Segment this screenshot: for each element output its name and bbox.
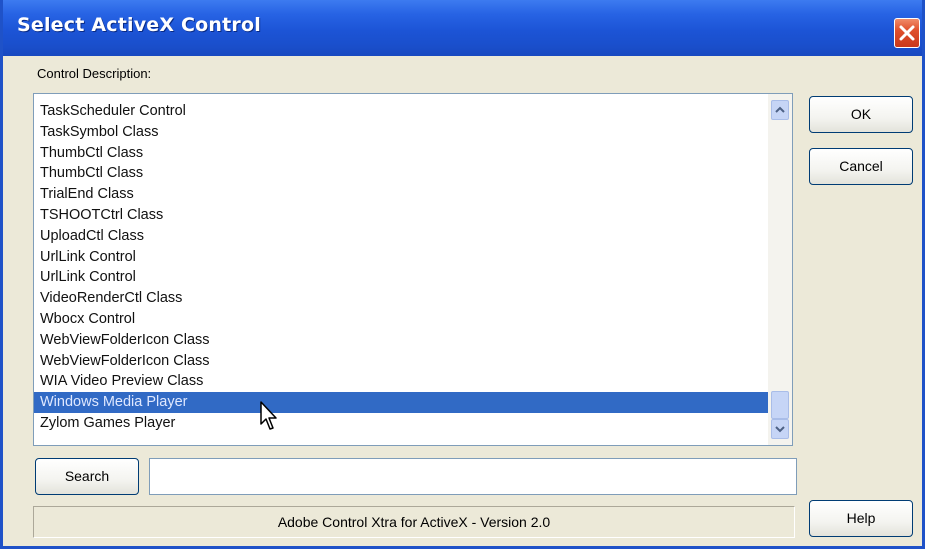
ok-button[interactable]: OK: [809, 96, 913, 133]
list-item[interactable]: TSHOOTCtrl Class: [34, 205, 769, 226]
list-item[interactable]: VideoRenderCtl Class: [34, 288, 769, 309]
control-description-label: Control Description:: [37, 66, 152, 81]
list-item[interactable]: TaskSymbol Class: [34, 122, 769, 143]
close-button[interactable]: [894, 18, 920, 48]
list-item[interactable]: WIA Video Preview Class: [34, 371, 769, 392]
list-item[interactable]: TaskScheduler Control: [34, 101, 769, 122]
scroll-thumb[interactable]: [771, 391, 789, 419]
vertical-scrollbar[interactable]: [768, 94, 792, 445]
control-listbox[interactable]: TaskScheduler Control TaskSymbol Class Thu…: [33, 93, 793, 446]
list-item[interactable]: UploadCtl Class: [34, 226, 769, 247]
list-item[interactable]: Zylom Games Player: [34, 413, 769, 434]
list-items: TaskScheduler Control TaskSymbol Class Thu…: [34, 101, 769, 434]
help-button[interactable]: Help: [809, 500, 913, 537]
list-item[interactable]: WebViewFolderIcon Class: [34, 330, 769, 351]
title-bar: Select ActiveX Control: [3, 0, 922, 56]
list-item[interactable]: ThumbCtl Class: [34, 163, 769, 184]
scroll-up-button[interactable]: [771, 100, 789, 120]
list-item[interactable]: UrlLink Control: [34, 267, 769, 288]
window-title: Select ActiveX Control: [17, 14, 261, 36]
scroll-down-button[interactable]: [771, 419, 789, 439]
list-item[interactable]: ThumbCtl Class: [34, 143, 769, 164]
list-item[interactable]: Wbocx Control: [34, 309, 769, 330]
search-input[interactable]: [149, 458, 797, 495]
list-item[interactable]: TrialEnd Class: [34, 184, 769, 205]
select-activex-control-dialog: Select ActiveX Control Control Descripti…: [0, 0, 925, 549]
cancel-button[interactable]: Cancel: [809, 148, 913, 185]
status-text: Adobe Control Xtra for ActiveX - Version…: [277, 514, 551, 530]
list-item[interactable]: WebViewFolderIcon Class: [34, 351, 769, 372]
search-button[interactable]: Search: [35, 458, 139, 495]
status-bar: Adobe Control Xtra for ActiveX - Version…: [33, 506, 795, 538]
list-item[interactable]: UrlLink Control: [34, 247, 769, 268]
list-item[interactable]: Windows Media Player: [34, 392, 769, 413]
